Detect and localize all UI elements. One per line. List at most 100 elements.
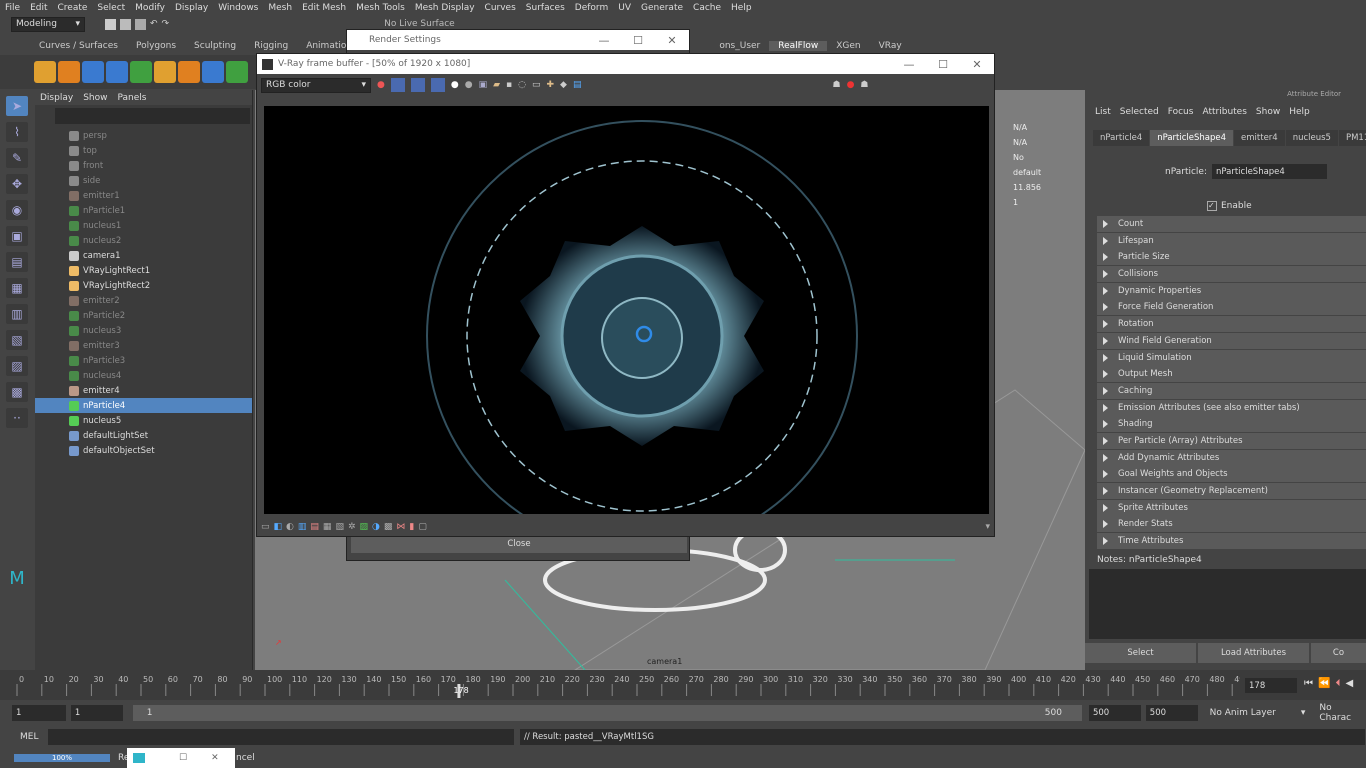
menu-windows[interactable]: Windows [213, 3, 263, 13]
attribute-menu-item[interactable]: Attributes [1202, 107, 1246, 117]
render-settings-titlebar[interactable]: Render Settings — ☐ ✕ [347, 30, 689, 50]
outliner-item[interactable]: nParticle1 [35, 203, 252, 218]
menu-deform[interactable]: Deform [570, 3, 613, 13]
settings-icon[interactable]: ✲ [348, 522, 356, 532]
menu-display[interactable]: Display [170, 3, 213, 13]
menu-cache[interactable]: Cache [688, 3, 726, 13]
attribute-section[interactable]: Per Particle (Array) Attributes [1097, 432, 1366, 449]
layout-icon[interactable]: ▩ [6, 382, 28, 402]
layout-icon[interactable]: ▨ [6, 356, 28, 376]
layout-icon[interactable]: ▥ [6, 304, 28, 324]
minimize-icon[interactable]: — [892, 58, 926, 71]
hsl-icon[interactable]: ◑ [372, 522, 380, 532]
outliner-item[interactable]: front [35, 158, 252, 173]
redo-icon[interactable]: ↷ [162, 19, 170, 30]
mode-selector[interactable]: Modeling ▾ [11, 16, 85, 32]
paint-select-icon[interactable]: ✎ [6, 148, 28, 168]
attribute-section[interactable]: Instancer (Geometry Replacement) [1097, 483, 1366, 499]
compare-icon[interactable]: ▭ [532, 80, 541, 90]
outliner-item[interactable]: nucleus4 [35, 368, 252, 383]
attribute-section[interactable]: Particle Size [1097, 249, 1366, 266]
ipr-icon[interactable]: ☗ [860, 80, 868, 90]
outliner-item[interactable]: nParticle4 [35, 398, 252, 413]
minimized-window[interactable]: ☐ ✕ [127, 748, 235, 768]
shelf-tab[interactable]: Polygons [127, 41, 185, 51]
go-to-start-icon[interactable]: ⏮ [1304, 678, 1313, 689]
open-scene-icon[interactable] [120, 18, 131, 30]
attribute-tab[interactable]: PM11A [1338, 130, 1366, 146]
menu-edit[interactable]: Edit [25, 3, 52, 13]
end-frame-field[interactable]: 500 [1145, 705, 1198, 721]
range-end-field[interactable]: 500 [1088, 705, 1141, 721]
outliner-item[interactable]: nucleus2 [35, 233, 252, 248]
maximize-icon[interactable]: ☐ [179, 753, 187, 763]
attribute-menu-item[interactable]: List [1095, 107, 1111, 117]
attribute-section[interactable]: Add Dynamic Attributes [1097, 449, 1366, 466]
pixel-aspect-icon[interactable]: ⋈ [396, 522, 405, 532]
shelf-tool-icon[interactable] [130, 61, 152, 83]
levels-icon[interactable]: ▦ [323, 522, 332, 532]
open-folder-icon[interactable]: ▰ [493, 80, 500, 90]
script-language-label[interactable]: MEL [20, 732, 48, 742]
live-surface-label[interactable]: No Live Surface [384, 19, 455, 29]
outliner-menu-item[interactable]: Panels [117, 93, 146, 103]
shelf-tool-icon[interactable] [178, 61, 200, 83]
white-dot-icon[interactable]: ● [451, 80, 459, 90]
attribute-menu-item[interactable]: Help [1289, 107, 1310, 117]
shelf-tab[interactable]: Curves / Surfaces [30, 41, 127, 51]
attribute-tab[interactable]: nucleus5 [1285, 130, 1338, 146]
time-slider[interactable]: 0 10 20 30 40 50 60 70 80 90 100 110 120 130 140 150 160… [0, 670, 1366, 700]
outliner-item[interactable]: defaultLightSet [35, 428, 252, 443]
shelf-tool-icon[interactable] [226, 61, 248, 83]
start-frame-field[interactable]: 1 [12, 705, 66, 721]
lens-effects-icon[interactable]: ▤ [573, 80, 582, 90]
outliner-item[interactable]: emitter1 [35, 188, 252, 203]
menu-generate[interactable]: Generate [636, 3, 688, 13]
outliner-item[interactable]: emitter3 [35, 338, 252, 353]
attribute-section[interactable]: Output Mesh [1097, 366, 1366, 383]
more-icon[interactable]: ·· [6, 408, 28, 428]
attribute-section[interactable]: Rotation [1097, 316, 1366, 333]
select-tool-icon[interactable]: ➤ [6, 96, 28, 116]
step-back-frame-icon[interactable]: ⏴ [1335, 678, 1340, 689]
stop-render-icon[interactable]: ● [847, 80, 855, 90]
attribute-menu-item[interactable]: Selected [1120, 107, 1159, 117]
attribute-section[interactable]: Goal Weights and Objects [1097, 466, 1366, 483]
outliner-item[interactable]: nParticle3 [35, 353, 252, 368]
menu-mesh-tools[interactable]: Mesh Tools [351, 3, 410, 13]
close-button[interactable]: Close [351, 535, 687, 553]
attribute-section[interactable]: Caching [1097, 382, 1366, 399]
attribute-menu-item[interactable]: Focus [1168, 107, 1194, 117]
color-balance-icon[interactable]: ▨ [360, 522, 369, 532]
shelf-tab[interactable]: RealFlow [769, 41, 828, 51]
teapot-icon[interactable]: ◆ [560, 80, 567, 90]
maximize-icon[interactable]: ☐ [621, 34, 655, 47]
menu-uv[interactable]: UV [613, 3, 636, 13]
attribute-section[interactable]: Collisions [1097, 266, 1366, 283]
attribute-section[interactable]: Force Field Generation [1097, 299, 1366, 316]
shelf-tab[interactable]: VRay [870, 41, 911, 51]
layout-icon[interactable]: ▧ [6, 330, 28, 350]
outliner-item[interactable]: VRayLightRect1 [35, 263, 252, 278]
menu-help[interactable]: Help [726, 3, 757, 13]
close-icon[interactable]: ✕ [211, 753, 219, 763]
stereo-icon[interactable]: ▮ [409, 522, 414, 532]
green-channel-icon[interactable] [410, 78, 425, 92]
node-name-field[interactable]: nParticleShape4 [1212, 164, 1327, 179]
close-icon[interactable]: ✕ [960, 58, 994, 71]
attribute-button[interactable]: Co [1311, 643, 1366, 664]
attribute-menu-item[interactable]: Show [1256, 107, 1280, 117]
undo-icon[interactable]: ↶ [150, 19, 158, 30]
shelf-tab[interactable]: Sculpting [185, 41, 245, 51]
outliner-item[interactable]: nucleus5 [35, 413, 252, 428]
shelf-tool-icon[interactable] [82, 61, 104, 83]
vfb-titlebar[interactable]: V-Ray frame buffer - [50% of 1920 x 1080… [257, 54, 994, 74]
outliner-menu-item[interactable]: Show [83, 93, 107, 103]
outliner-item[interactable]: nParticle2 [35, 308, 252, 323]
outliner-item[interactable]: top [35, 143, 252, 158]
blue-channel-icon[interactable] [430, 78, 445, 92]
maximize-icon[interactable]: ☐ [926, 58, 960, 71]
menu-modify[interactable]: Modify [130, 3, 170, 13]
render-canvas[interactable] [264, 106, 989, 552]
rotate-tool-icon[interactable]: ◉ [6, 200, 28, 220]
